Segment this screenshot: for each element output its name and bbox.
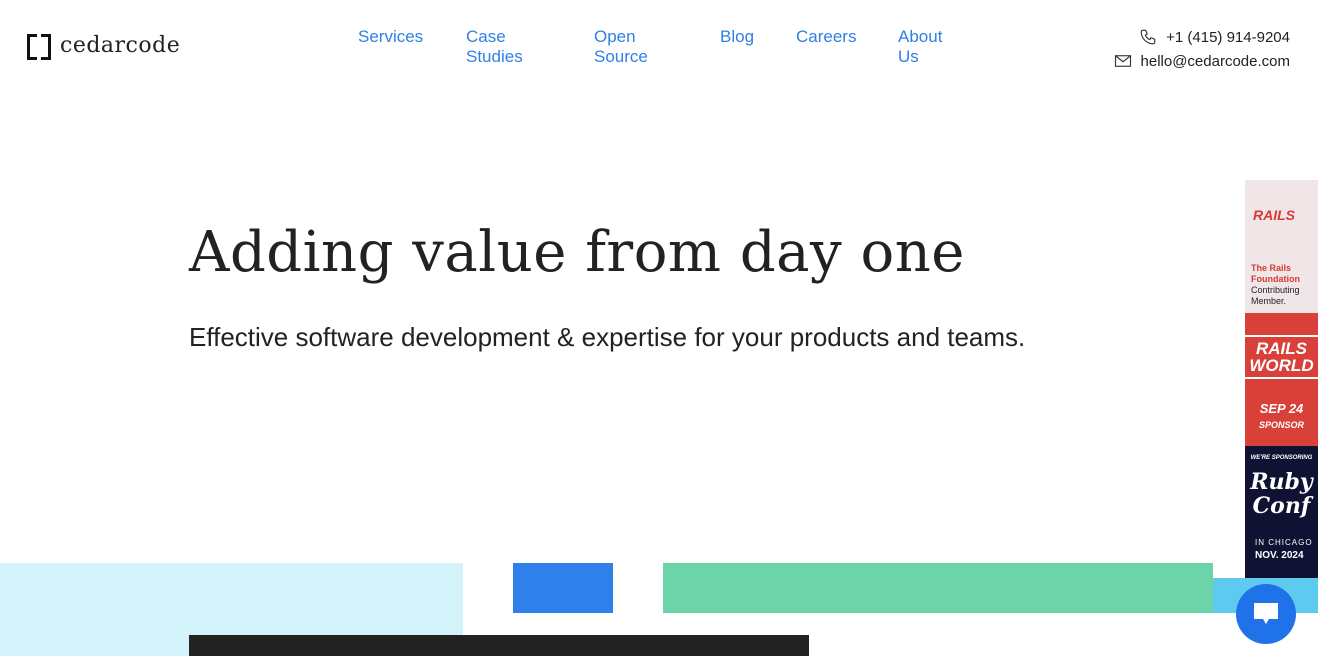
badge-text: Member. <box>1251 296 1287 306</box>
hero-subtitle: Effective software development & experti… <box>189 322 1026 352</box>
rubyconf-badge[interactable]: WE'RE SPONSORING Ruby Conf IN CHICAGO NOV… <box>1245 446 1318 578</box>
nav-services[interactable]: Services <box>358 27 423 47</box>
hero-title: Adding value from day one <box>189 220 965 285</box>
email-link[interactable]: hello@cedarcode.com <box>1114 49 1290 73</box>
logo[interactable]: cedarcode <box>27 33 181 60</box>
nav-about-us[interactable]: About Us <box>898 27 948 67</box>
rails-foundation-badge[interactable]: RAILS The Rails Foundation Contributing … <box>1245 180 1318 313</box>
sponsor-badges: RAILS The Rails Foundation Contributing … <box>1245 180 1318 578</box>
badge-title: Ruby <box>1250 469 1313 495</box>
phone-link[interactable]: +1 (415) 914-9204 <box>1114 25 1290 49</box>
nav-open-source[interactable]: Open Source <box>594 27 654 67</box>
logo-bracket-icon <box>27 33 51 60</box>
badge-date: NOV. 2024 <box>1255 550 1304 561</box>
phone-icon <box>1140 29 1156 45</box>
badge-role: SPONSOR <box>1258 420 1304 430</box>
chat-bubble-icon <box>1254 603 1278 624</box>
dark-bar <box>189 635 809 656</box>
badge-text: WE'RE SPONSORING <box>1250 455 1313 461</box>
nav-careers[interactable]: Careers <box>796 27 856 47</box>
badge-title: Conf <box>1252 493 1311 519</box>
badge-date: SEP 24 <box>1259 401 1304 416</box>
rails-world-badge[interactable]: RAILS WORLD SEP 24 SPONSOR <box>1245 313 1318 446</box>
badge-title: RAILS <box>1256 339 1307 358</box>
phone-number: +1 (415) 914-9204 <box>1166 28 1290 46</box>
chat-button[interactable] <box>1236 584 1296 644</box>
green-block <box>663 563 1213 613</box>
rails-logo: RAILS <box>1253 207 1295 223</box>
badge-text: Contributing <box>1251 285 1300 295</box>
blue-block <box>513 563 613 613</box>
nav-blog[interactable]: Blog <box>720 27 754 47</box>
nav-case-studies[interactable]: Case Studies <box>466 27 536 67</box>
email-address: hello@cedarcode.com <box>1140 52 1290 70</box>
badge-title: WORLD <box>1249 356 1314 375</box>
mail-icon <box>1114 55 1131 67</box>
contact-info: +1 (415) 914-9204 hello@cedarcode.com <box>1114 25 1290 73</box>
logo-text: cedarcode <box>60 33 181 58</box>
badge-place: IN CHICAGO <box>1255 538 1313 547</box>
badge-text: Foundation <box>1251 274 1300 284</box>
badge-text: The Rails <box>1251 263 1292 273</box>
